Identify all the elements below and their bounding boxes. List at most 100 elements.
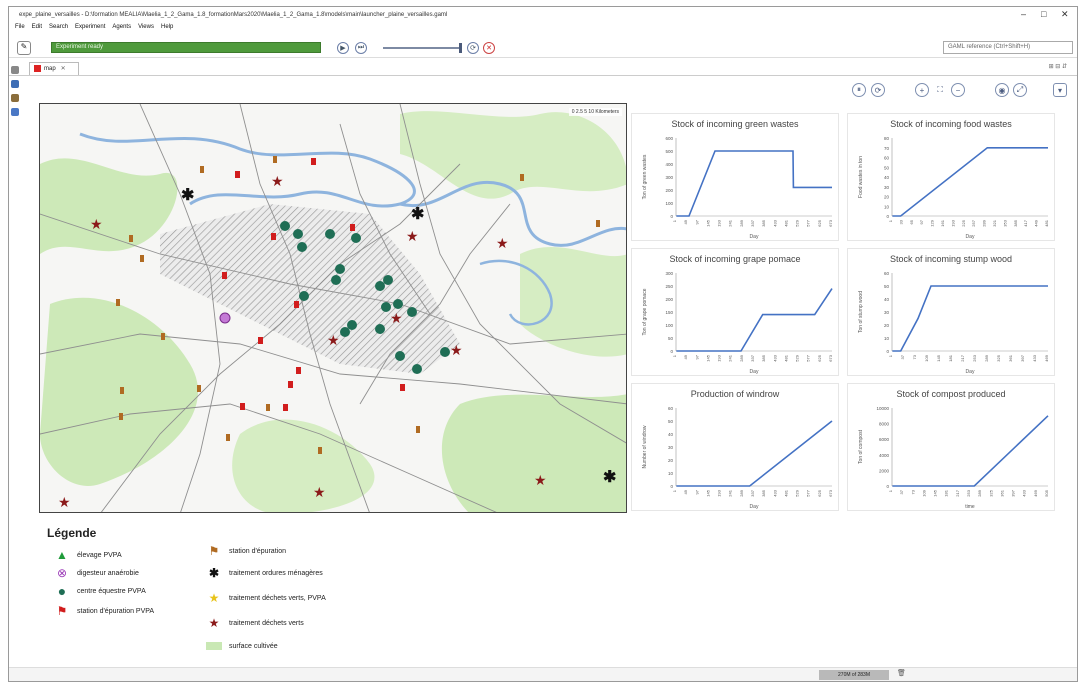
x-tick-label: 385 <box>1013 219 1018 226</box>
menu-agents[interactable]: Agents <box>112 24 131 34</box>
speed-slider-handle[interactable] <box>459 43 462 53</box>
x-tick-label: 181 <box>948 354 953 361</box>
fullscreen-button[interactable]: ⤢ <box>1013 83 1027 97</box>
view-menu-icon[interactable]: ⊞ ⊟ ⇵ <box>1049 63 1067 70</box>
x-tick-label: 481 <box>783 219 788 226</box>
minimize-button[interactable]: – <box>1021 9 1026 19</box>
x-axis-label: Day <box>750 504 759 510</box>
agents-icon[interactable] <box>11 94 19 102</box>
sync-view-button[interactable]: ⟳ <box>871 83 885 97</box>
menu-edit[interactable]: Edit <box>32 24 42 34</box>
memory-text: 270M of 283M <box>838 672 870 678</box>
x-tick-label: 193 <box>717 219 722 226</box>
y-tick-label: 50 <box>884 284 890 289</box>
y-tick-label: 0 <box>886 349 889 354</box>
menu-search[interactable]: Search <box>49 24 68 34</box>
y-tick-label: 300 <box>665 271 673 276</box>
x-axis-label: Day <box>966 234 975 240</box>
svg-text:★: ★ <box>534 472 547 488</box>
triangle-icon: ▲ <box>56 548 68 562</box>
legend-item: ⚑ station d'épuration <box>205 544 286 558</box>
menu-experiment[interactable]: Experiment <box>75 24 105 34</box>
x-tick-label: 97 <box>694 354 699 359</box>
folder-icon[interactable] <box>11 80 19 88</box>
x-tick-label: 289 <box>984 354 989 361</box>
x-tick-label: 289 <box>977 489 982 496</box>
stop-button[interactable]: ✕ <box>483 42 495 54</box>
series-line <box>892 415 1049 487</box>
green-area-icon <box>205 639 223 653</box>
y-tick-label: 100 <box>665 323 673 328</box>
legend-item: ★ traitement déchets verts <box>205 616 304 630</box>
y-axis-label: Ton of grape pomace <box>642 288 648 335</box>
tab-map-label: map <box>44 66 56 73</box>
chart-windrow-production: Production of windrow 0 10 20 30 40 50 60 1 49 97 1… <box>631 383 839 511</box>
x-tick-label: 577 <box>806 219 811 226</box>
chart-plot: 0 50 100 150 200 250 300 1 49 97 145 193 241 289 337 38… <box>642 271 833 375</box>
fit-icon: ⛶ <box>937 85 943 94</box>
y-tick-label: 400 <box>665 162 673 167</box>
chart-plot: 0 10 20 30 40 50 60 1 49 97 145 193 241 289 337 385 433 4… <box>642 406 833 510</box>
x-tick-label: 97 <box>694 219 699 224</box>
y-tick-label: 100 <box>665 201 673 206</box>
svg-text:✱: ✱ <box>181 187 194 204</box>
x-tick-label: 529 <box>795 489 800 496</box>
search-placeholder: GAML reference (Ctrl+Shift+H) <box>948 44 1031 50</box>
map-display[interactable]: ★ ★ ★ ★ ★ ★ ★ ★ ★ ★ ✱ ✱ ✱ 0 2.5 5 10 Kilometers <box>39 103 627 513</box>
legend-label: station d'épuration <box>229 547 286 555</box>
snapshot-button[interactable]: ◉ <box>995 83 1009 97</box>
menu-views[interactable]: Views <box>138 24 154 34</box>
x-tick-label: 1 <box>888 489 893 492</box>
x-tick-label: 217 <box>955 489 960 496</box>
console-icon[interactable] <box>11 108 19 116</box>
chart-plot: 0 2000 4000 6000 8000 10000 1 37 73 109 145 181 217 2… <box>858 406 1049 510</box>
x-tick-label: 145 <box>933 489 938 496</box>
edit-icon[interactable]: ✎ <box>17 41 31 55</box>
y-tick-label: 6000 <box>879 437 890 442</box>
y-axis-label: Number of windrow <box>642 425 648 468</box>
tab-close-icon[interactable]: ✕ <box>61 66 66 72</box>
x-tick-label: 145 <box>705 489 710 496</box>
zoom-out-button[interactable]: − <box>951 83 965 97</box>
x-tick-label: 49 <box>683 354 688 359</box>
toolbar: ✎ Experiment ready ▶ ⏭ ⟳ ✕ GAML referenc… <box>9 38 1077 58</box>
x-tick-label: 161 <box>940 219 945 226</box>
x-tick-label: 289 <box>982 219 987 226</box>
memory-indicator: 270M of 283M <box>819 670 889 680</box>
gaml-reference-search[interactable]: GAML reference (Ctrl+Shift+H) <box>943 41 1073 54</box>
step-button[interactable]: ⏭ <box>355 42 367 54</box>
menu-file[interactable]: File <box>15 24 25 34</box>
x-tick-label: 361 <box>999 489 1004 496</box>
maximize-button[interactable]: □ <box>1041 9 1046 19</box>
pause-view-button[interactable]: ⏸ <box>852 83 866 97</box>
reload-button[interactable]: ⟳ <box>467 42 479 54</box>
speed-slider[interactable] <box>383 47 461 49</box>
y-tick-label: 10 <box>668 471 674 476</box>
tab-map[interactable]: map ✕ <box>29 62 79 75</box>
menu-help[interactable]: Help <box>161 24 173 34</box>
svg-text:★: ★ <box>313 484 326 500</box>
x-tick-label: 481 <box>783 489 788 496</box>
close-window-button[interactable]: ✕ <box>1061 9 1069 20</box>
trash-icon[interactable]: 🗑 <box>897 669 906 677</box>
x-tick-label: 289 <box>739 354 744 361</box>
legend-label: digesteur anaérobie <box>77 569 139 577</box>
x-tick-label: 257 <box>971 219 976 226</box>
svg-text:★: ★ <box>58 494 71 510</box>
svg-text:★: ★ <box>327 332 340 348</box>
chart-plot: 0 10 20 30 40 50 60 70 80 1 33 65 97 129 161 193 225 257 2… <box>858 136 1049 240</box>
zoom-fit-button[interactable]: ⛶ <box>933 83 947 97</box>
x-tick-label: 505 <box>1044 489 1049 496</box>
x-axis-label: Day <box>750 369 759 375</box>
x-tick-label: 433 <box>1032 354 1037 361</box>
options-button[interactable]: ▾ <box>1053 83 1067 97</box>
flag-brown-icon: ⚑ <box>208 544 220 558</box>
x-tick-label: 97 <box>694 489 699 494</box>
play-button[interactable]: ▶ <box>337 42 349 54</box>
zoom-in-button[interactable]: + <box>915 83 929 97</box>
y-tick-label: 0 <box>886 484 889 489</box>
fullscreen-icon: ⤢ <box>1016 85 1024 94</box>
x-tick-label: 241 <box>728 354 733 361</box>
legend-label: surface cultivée <box>229 642 278 650</box>
chart-green-wastes: Stock of incoming green wastes 0 100 200 300… <box>631 113 839 241</box>
